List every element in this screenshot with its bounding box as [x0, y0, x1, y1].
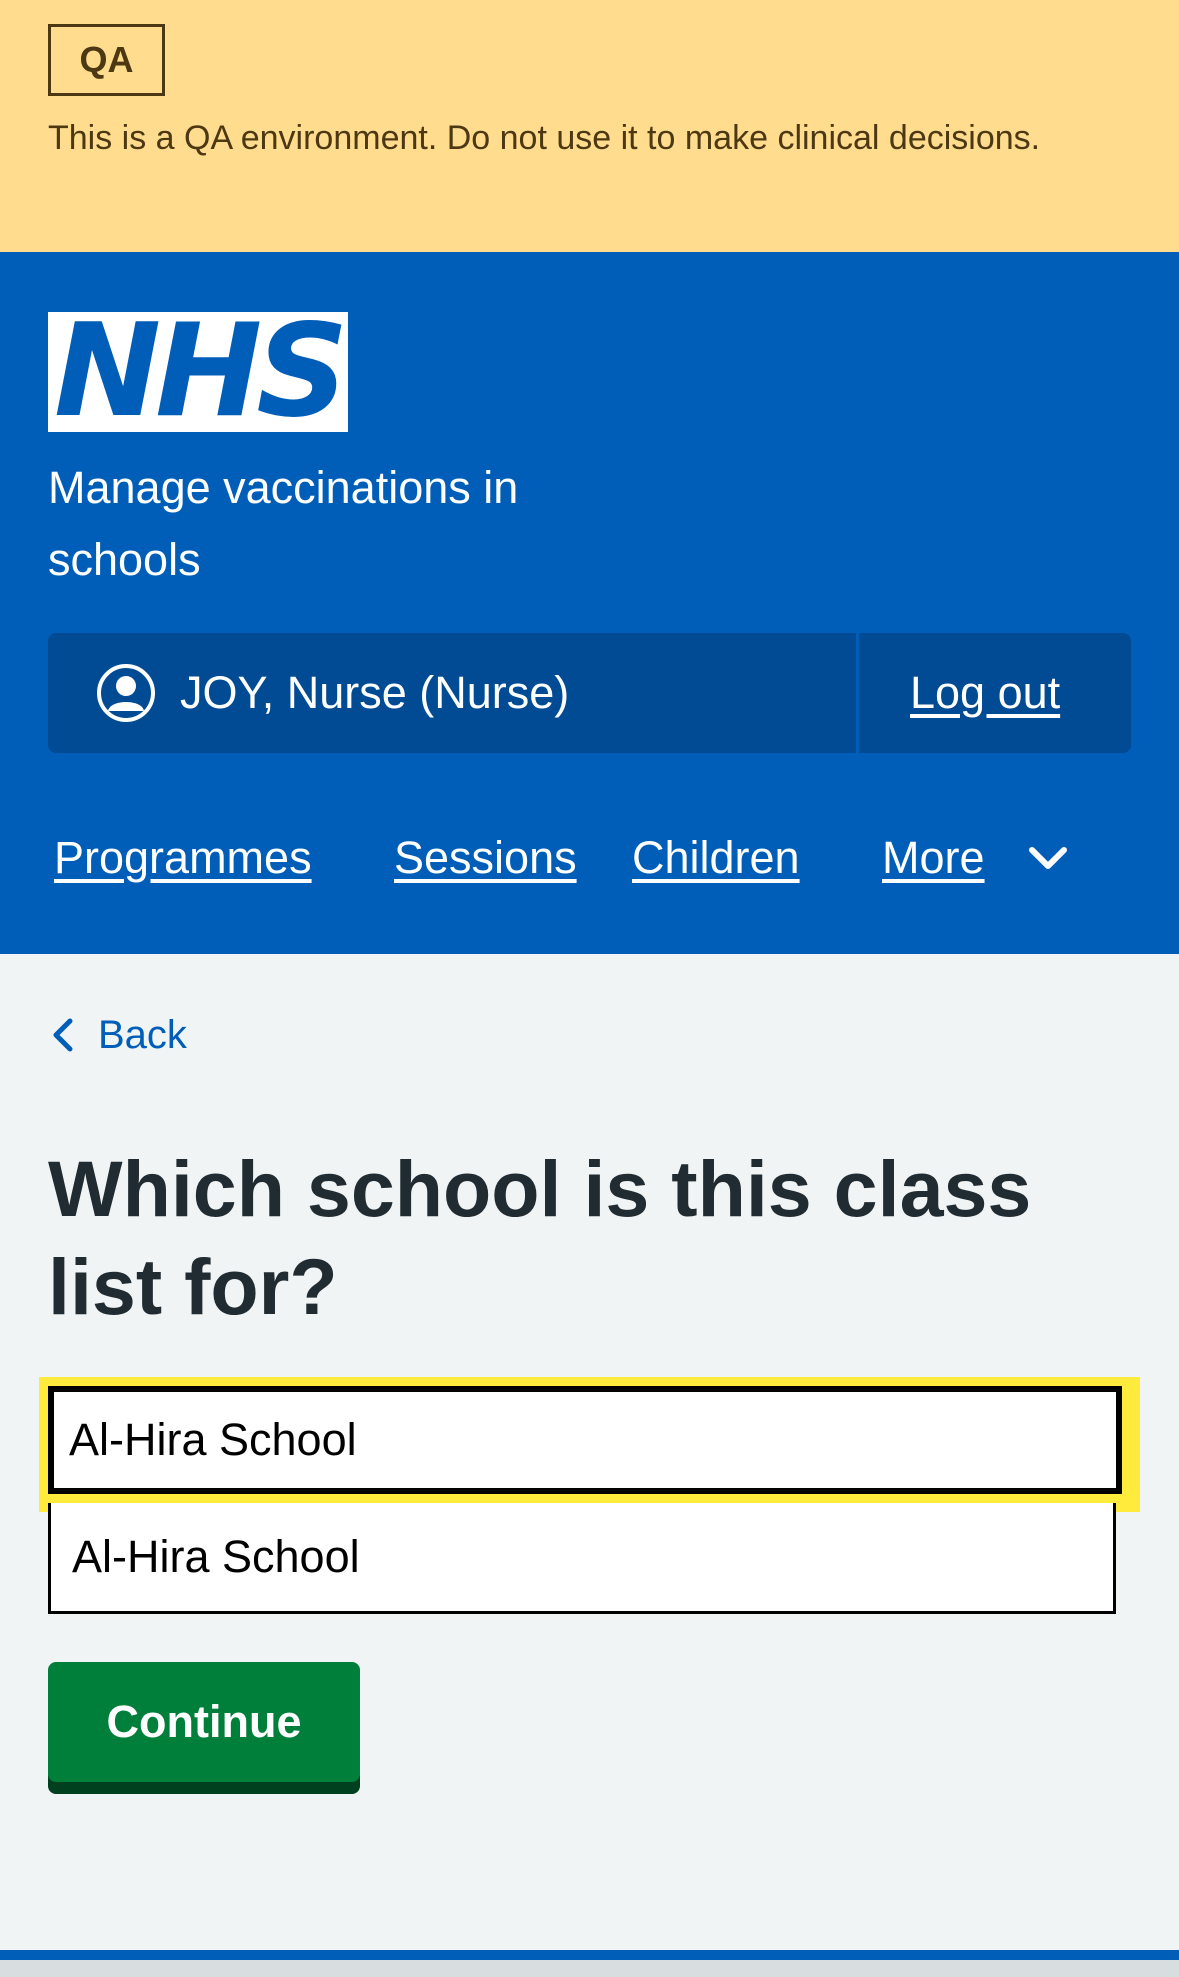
account-divider: [856, 633, 859, 753]
qa-environment-banner: QA This is a QA environment. Do not use …: [0, 0, 1179, 252]
nav-more[interactable]: More: [882, 823, 985, 893]
user-account-icon: [97, 664, 155, 722]
qa-tag: QA: [48, 24, 165, 96]
qa-banner-message: This is a QA environment. Do not use it …: [48, 119, 1041, 157]
back-link[interactable]: Back: [48, 1005, 187, 1065]
school-suggestion-option[interactable]: Al-Hira School: [48, 1503, 1116, 1614]
nav-children[interactable]: Children: [632, 823, 800, 893]
footer: [0, 1960, 1179, 1977]
chevron-down-icon[interactable]: [1024, 834, 1072, 882]
nhs-logo-text: NHS: [54, 297, 348, 446]
service-name[interactable]: Manage vaccinations in schools: [48, 452, 648, 596]
account-bar: JOY, Nurse (Nurse) Log out: [48, 633, 1131, 753]
site-header: NHS Manage vaccinations in schools JOY, …: [0, 252, 1179, 954]
nav-programmes[interactable]: Programmes: [54, 823, 312, 893]
page-title: Which school is this class list for?: [48, 1144, 1032, 1331]
school-input[interactable]: Al-Hira School: [48, 1386, 1122, 1494]
nhs-logo[interactable]: NHS: [48, 304, 348, 440]
logout-link[interactable]: Log out: [910, 633, 1060, 753]
chevron-left-icon: [53, 1018, 73, 1052]
continue-button[interactable]: Continue: [48, 1662, 360, 1782]
footer-rule: [0, 1950, 1179, 1960]
account-user-name: JOY, Nurse (Nurse): [180, 667, 570, 718]
nav-sessions[interactable]: Sessions: [394, 823, 577, 893]
school-input-focus-ring: Al-Hira School: [39, 1377, 1140, 1512]
back-label: Back: [98, 1012, 187, 1057]
